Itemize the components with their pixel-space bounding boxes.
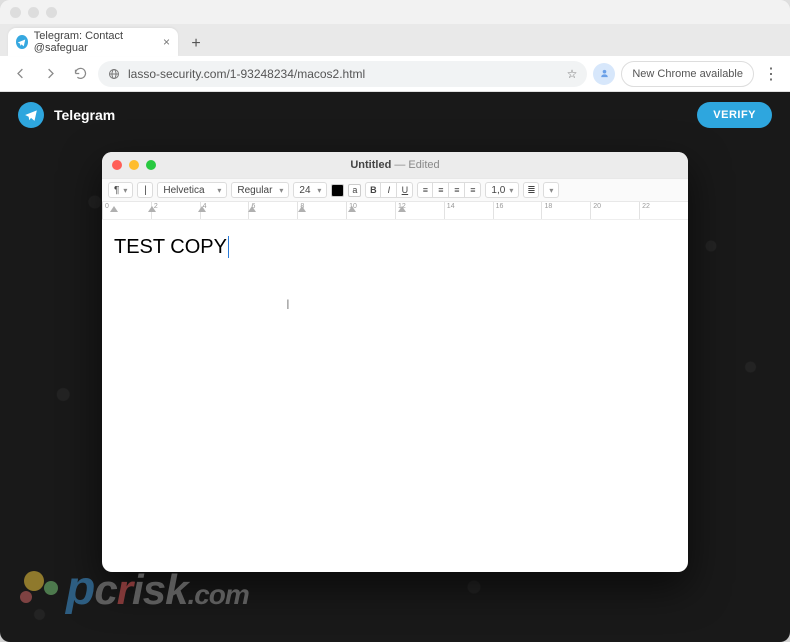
ruler-indent-marker[interactable]: [110, 206, 118, 212]
back-button[interactable]: [8, 62, 32, 86]
align-justify-button[interactable]: ≡: [465, 182, 481, 198]
telegram-title: Telegram: [54, 107, 115, 123]
ruler-tab-marker[interactable]: [398, 206, 406, 212]
highlight-color-swatch[interactable]: [348, 184, 361, 197]
italic-button[interactable]: I: [381, 182, 397, 198]
paragraph-style-dropdown[interactable]: ¶▾: [108, 182, 133, 198]
ruler-tab-marker[interactable]: [298, 206, 306, 212]
text-style-segment: B I U: [365, 182, 413, 198]
page-content: Telegram VERIFY Untitled — Edited ¶▾ | H…: [0, 92, 790, 642]
bookmark-star-icon[interactable]: ☆: [567, 67, 578, 81]
bold-button[interactable]: B: [365, 182, 381, 198]
close-tab-icon[interactable]: ×: [163, 35, 170, 49]
traffic-max[interactable]: [46, 7, 57, 18]
document-text: TEST COPY: [114, 236, 227, 258]
mac-titlebar: [0, 0, 790, 24]
document-body[interactable]: TEST COPY I: [102, 220, 688, 572]
telegram-favicon: [16, 35, 28, 49]
watermark-bubbles-icon: [18, 569, 64, 609]
ibeam-cursor-icon: I: [287, 296, 289, 312]
ruler-tab-marker[interactable]: [348, 206, 356, 212]
verify-button[interactable]: VERIFY: [697, 102, 772, 128]
ruler[interactable]: 0246810121416182022: [102, 202, 688, 220]
ruler-tab-marker[interactable]: [198, 206, 206, 212]
underline-button[interactable]: U: [397, 182, 413, 198]
ruler-tab-marker[interactable]: [248, 206, 256, 212]
font-size-dropdown[interactable]: 24▾: [293, 182, 327, 198]
profile-button[interactable]: [593, 63, 615, 85]
address-bar[interactable]: lasso-security.com/1-93248234/macos2.htm…: [98, 61, 587, 87]
align-segment: ≡ ≡ ≡ ≡: [417, 182, 481, 198]
editor-titlebar[interactable]: Untitled — Edited: [102, 152, 688, 178]
align-center-button[interactable]: ≡: [433, 182, 449, 198]
tab-strip: Telegram: Contact @safeguar × +: [0, 24, 790, 56]
wm-c: c: [94, 566, 116, 614]
telegram-header: Telegram VERIFY: [0, 92, 790, 138]
editor-title: Untitled — Edited: [102, 159, 688, 171]
update-chip[interactable]: New Chrome available: [621, 61, 754, 87]
pcrisk-watermark: p c r isk .com: [18, 561, 249, 616]
list-style-dropdown[interactable]: ▾: [543, 182, 559, 198]
ruler-tab-marker[interactable]: [148, 206, 156, 212]
wm-r: r: [117, 566, 132, 614]
editor-toolbar: ¶▾ | Helvetica▾ Regular▾ 24▾ B I U ≡ ≡ ≡…: [102, 178, 688, 202]
font-prev-button[interactable]: |: [137, 182, 153, 198]
text-color-swatch[interactable]: [331, 184, 344, 197]
align-right-button[interactable]: ≡: [449, 182, 465, 198]
list-button[interactable]: ≣: [523, 182, 539, 198]
text-editor-window[interactable]: Untitled — Edited ¶▾ | Helvetica▾ Regula…: [102, 152, 688, 572]
traffic-min[interactable]: [28, 7, 39, 18]
line-spacing-dropdown[interactable]: 1,0▾: [485, 182, 519, 198]
new-tab-button[interactable]: +: [184, 32, 208, 56]
browser-window: Telegram: Contact @safeguar × + lasso-se…: [0, 0, 790, 642]
forward-button[interactable]: [38, 62, 62, 86]
wm-p: p: [66, 561, 94, 616]
browser-tab[interactable]: Telegram: Contact @safeguar ×: [8, 28, 178, 56]
telegram-logo-icon: [18, 102, 44, 128]
text-caret: [228, 236, 229, 258]
wm-isk: isk: [132, 566, 187, 614]
font-family-dropdown[interactable]: Helvetica▾: [157, 182, 227, 198]
reload-button[interactable]: [68, 62, 92, 86]
wm-ext: .com: [187, 579, 248, 611]
traffic-close[interactable]: [10, 7, 21, 18]
browser-toolbar: lasso-security.com/1-93248234/macos2.htm…: [0, 56, 790, 92]
browser-menu-button[interactable]: ⋮: [760, 63, 782, 85]
url-text: lasso-security.com/1-93248234/macos2.htm…: [128, 67, 365, 81]
font-style-dropdown[interactable]: Regular▾: [231, 182, 289, 198]
tab-title: Telegram: Contact @safeguar: [34, 30, 157, 54]
align-left-button[interactable]: ≡: [417, 182, 433, 198]
